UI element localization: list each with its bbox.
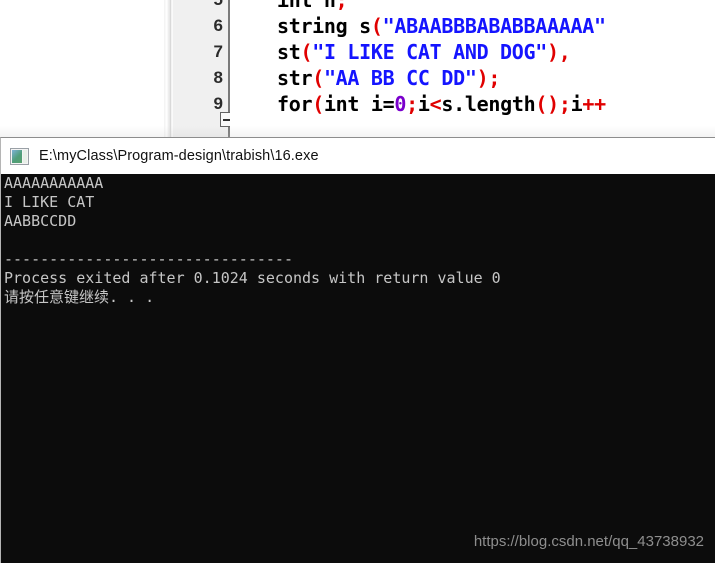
code-token-9-5: i: [417, 92, 430, 116]
editor-code-area[interactable]: int n; string s("ABAABBBABABBAAAAA" st("…: [230, 0, 715, 145]
code-token-5-1: ;: [335, 0, 348, 12]
code-line-7: st("I LIKE CAT AND DOG"),: [230, 39, 571, 65]
ide-pane-divider[interactable]: [164, 0, 173, 145]
console-titlebar[interactable]: E:\myClass\Program-design\trabish\16.exe: [1, 138, 715, 174]
console-output-text: AAAAAAAAAAA I LIKE CAT AABBCCDD ----------…: [4, 174, 501, 307]
code-token-9-8: (): [535, 92, 559, 116]
console-window-icon-left: [12, 149, 22, 163]
code-token-8-2: "AA BB CC DD": [323, 66, 477, 90]
code-token-7-0: st: [230, 40, 301, 64]
code-line-5: int n;: [230, 0, 348, 13]
code-token-9-12: +: [594, 92, 606, 116]
console-line-3: [4, 231, 501, 250]
code-token-9-2: int i=: [323, 92, 395, 116]
console-output-area[interactable]: AAAAAAAAAAA I LIKE CAT AABBCCDD ----------…: [1, 174, 715, 563]
code-line-9: for(int i=0;i<s.length();i++: [230, 91, 606, 117]
code-line-6: string s("ABAABBBABABBAAAAA": [230, 13, 606, 39]
code-token-5-0: int n: [230, 0, 336, 12]
console-line-6: 请按任意键继续. . .: [4, 288, 155, 306]
code-token-9-7: s.length: [441, 92, 536, 116]
line-number-7: 7: [213, 42, 223, 61]
code-token-7-2: "I LIKE CAT AND DOG": [312, 40, 548, 64]
code-line-8: str("AA BB CC DD");: [230, 65, 500, 91]
ide-pane-divider-line: [170, 0, 171, 145]
console-line-1: I LIKE CAT: [4, 193, 95, 211]
console-line-5: Process exited after 0.1024 seconds with…: [4, 269, 501, 287]
code-token-8-0: str: [230, 66, 313, 90]
line-number-5: 5: [175, 0, 223, 13]
line-number-9: 9: [213, 94, 223, 113]
console-window-icon-right: [23, 149, 27, 163]
code-token-9-4: ;: [406, 92, 418, 116]
console-line-0: AAAAAAAAAAA: [4, 174, 104, 192]
code-token-6-2: "ABAABBBABABBAAAAA": [382, 14, 606, 38]
code-token-9-11: +: [582, 92, 595, 116]
line-number-6: 6: [213, 16, 223, 35]
ide-window: 5 6 7 8 9 int n; string s("ABAABBBABABBA…: [0, 0, 715, 145]
code-token-8-3: );: [476, 66, 501, 90]
code-token-6-1: (: [370, 14, 383, 38]
console-window: E:\myClass\Program-design\trabish\16.exe…: [0, 137, 715, 563]
code-token-9-9: ;: [558, 92, 571, 116]
code-token-7-1: (: [300, 40, 313, 64]
code-token-9-6: <: [429, 92, 442, 116]
code-token-6-0: string s: [230, 14, 371, 38]
code-token-9-3: 0: [394, 92, 407, 116]
code-token-8-1: (: [312, 66, 324, 90]
console-title-text: E:\myClass\Program-design\trabish\16.exe: [39, 148, 319, 164]
code-token-7-3: ),: [547, 40, 571, 64]
console-window-icon: [10, 147, 29, 165]
code-token-9-10: i: [570, 92, 583, 116]
ide-left-pane: [0, 0, 164, 145]
console-line-4: --------------------------------: [4, 250, 293, 268]
code-token-9-0: for: [230, 92, 313, 116]
line-number-8: 8: [213, 68, 223, 87]
code-token-9-1: (: [312, 92, 324, 116]
watermark-text: https://blog.csdn.net/qq_43738932: [473, 533, 704, 550]
console-line-2: AABBCCDD: [4, 212, 77, 230]
